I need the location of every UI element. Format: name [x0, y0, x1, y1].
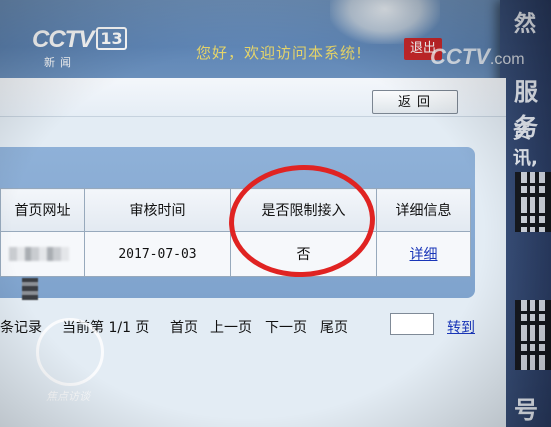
poster-text-4: 号	[514, 396, 538, 424]
column-header-homepage-url: 首页网址	[0, 188, 85, 232]
details-link[interactable]: 详细	[410, 247, 438, 263]
column-header-details: 详细信息	[376, 188, 471, 232]
details-cell: 详细	[376, 231, 471, 277]
goto-link[interactable]: 转到	[447, 317, 475, 337]
channel-number: 13	[96, 27, 127, 50]
channel-subtitle: 新闻	[44, 56, 76, 69]
poster-text-1: 然	[514, 12, 537, 37]
qr-code-icon	[515, 172, 551, 232]
back-button[interactable]: 返回	[372, 90, 458, 114]
column-header-review-time: 审核时间	[84, 188, 231, 232]
screen-photo: 您好，欢迎访问本系统! 退出 然 服务 资讯, 号 返回 首页网址 审核时间 是…	[0, 0, 551, 427]
welcome-message: 您好，欢迎访问本系统!	[196, 44, 364, 62]
previous-page-link[interactable]: 上一页	[210, 317, 252, 337]
first-page-link[interactable]: 首页	[170, 317, 198, 337]
watermark-suffix: .com	[489, 51, 525, 68]
cctv-logo-text: CCTV	[32, 26, 94, 53]
poster-text-3: 资讯,	[513, 122, 538, 169]
last-page-link[interactable]: 尾页	[320, 317, 348, 337]
goto-page-input[interactable]	[390, 313, 434, 335]
pixelated-url	[9, 247, 69, 261]
cctv13-logo: CCTV 13 新闻	[32, 26, 127, 69]
program-logo-icon	[36, 318, 104, 386]
homepage-url-cell	[0, 231, 85, 277]
watermark-brand: CCTV	[430, 44, 490, 69]
review-time-cell: 2017-07-03	[84, 231, 231, 277]
qr-code-icon-2	[515, 300, 551, 370]
cctv-watermark: CCTV.com	[430, 44, 525, 70]
program-logo-name: 焦点访谈	[46, 390, 90, 403]
next-page-link[interactable]: 下一页	[265, 317, 307, 337]
pixelated-block	[22, 278, 38, 300]
record-count-text: 条记录	[0, 320, 42, 336]
